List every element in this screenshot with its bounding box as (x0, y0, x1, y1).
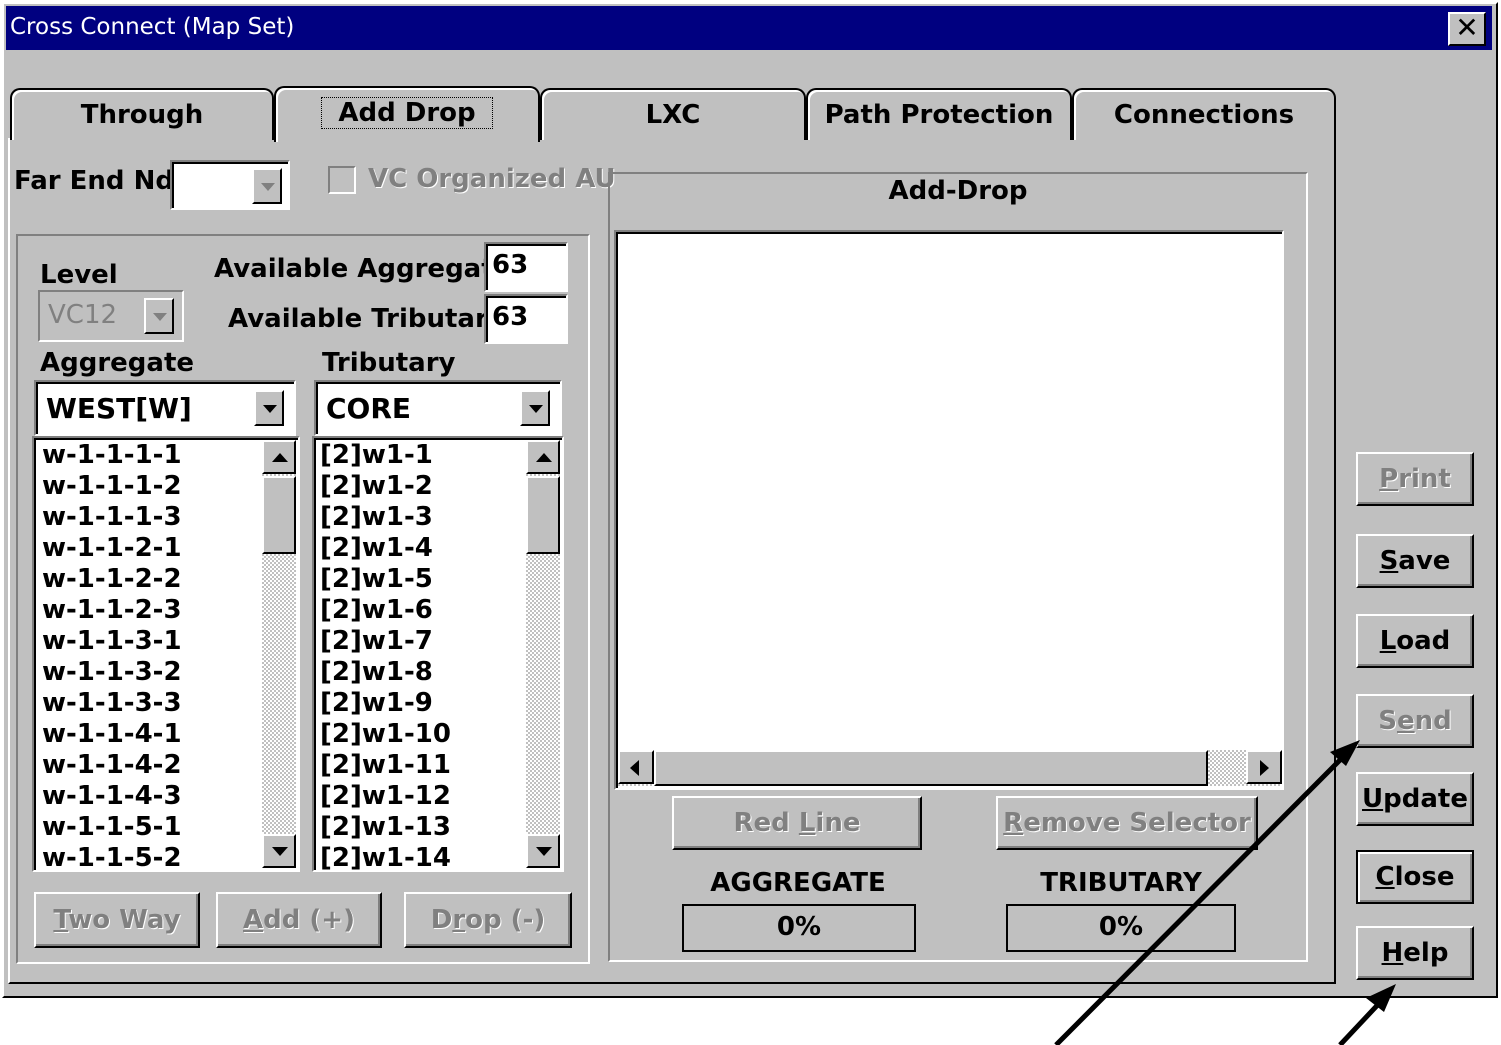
tab-add-drop[interactable]: Add Drop (274, 86, 540, 142)
tab-add-drop-label: Add Drop (321, 97, 493, 129)
arrowhead-icon (1366, 984, 1396, 1012)
annotation-arrows (1054, 740, 1396, 1045)
arrow-to-send-icon (1054, 750, 1350, 1045)
